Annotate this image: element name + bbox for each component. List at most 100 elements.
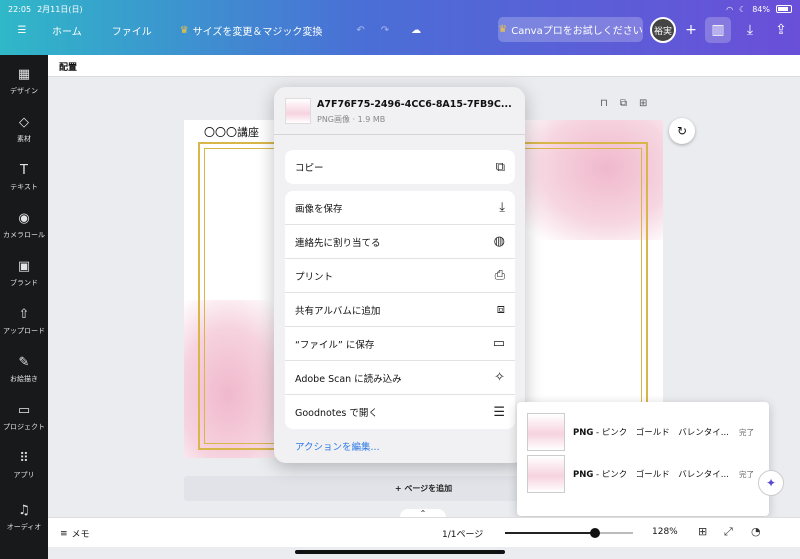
page-title-text[interactable]: 〇〇〇講座: [204, 124, 259, 140]
shared-album-icon: ⧈: [496, 302, 505, 317]
resize-magic-button[interactable]: ♛ サイズを変更＆マジック変換: [172, 23, 331, 38]
draw-icon: ✎: [18, 354, 30, 370]
download-panel: PNG - ピンク ゴールド バレンタイ... 完了 PNG - ピンク ゴール…: [517, 402, 769, 516]
download-title: - ピンク ゴールド バレンタイ...: [593, 470, 729, 480]
contact-icon: ◍: [493, 234, 505, 249]
print-icon: ⎙: [494, 268, 505, 283]
try-pro-button[interactable]: ♛ Canvaプロをお試しください: [498, 17, 643, 42]
sidebar-item-camera-roll[interactable]: ◉ カメラロール: [0, 203, 48, 247]
download-name: PNG - ピンク ゴールド バレンタイ...: [573, 468, 733, 480]
cloud-save-button[interactable]: ☁: [403, 25, 429, 36]
page-counter[interactable]: 1/1ページ: [442, 527, 483, 540]
assign-contact-action[interactable]: 連絡先に割り当てる ◍: [285, 225, 515, 259]
download-icon: ⤓: [746, 22, 754, 38]
zoom-slider-knob[interactable]: [589, 528, 600, 538]
home-button[interactable]: ホーム: [44, 23, 90, 38]
save-image-icon: ⤓: [499, 200, 505, 215]
action-label: 連絡先に割り当てる: [295, 237, 381, 249]
file-menu-button[interactable]: ファイル: [104, 23, 160, 38]
goodnotes-action[interactable]: Goodnotes で開く ☰: [285, 395, 515, 429]
insights-button[interactable]: ▥: [705, 17, 731, 43]
sidebar-item-label: カメラロール: [3, 230, 45, 239]
download-item[interactable]: PNG - ピンク ゴールド バレンタイ... 完了: [527, 412, 767, 452]
redo-button[interactable]: ↷: [373, 25, 397, 36]
bottom-bar: ≡ メモ 1/1ページ 128% ⊞ ⤢ ◔: [48, 517, 800, 547]
copy-action[interactable]: コピー ⧉: [285, 150, 515, 184]
action-label: コピー: [295, 163, 324, 174]
sidebar-item-apps[interactable]: ⠿ アプリ: [0, 443, 48, 487]
hamburger-icon: ☰: [17, 24, 27, 36]
sidebar-item-audio[interactable]: ♫ オーディオ: [0, 495, 48, 539]
save-image-action[interactable]: 画像を保存 ⤓: [285, 191, 515, 225]
sidebar-item-projects[interactable]: ▭ プロジェクト: [0, 395, 48, 439]
fullscreen-icon[interactable]: ⤢: [724, 525, 733, 539]
add-page-icon[interactable]: ⊞: [639, 98, 647, 109]
page-tools: ⊓ ⧉ ⊞: [600, 98, 647, 109]
status-date: 2月11日(日): [37, 4, 83, 14]
undo-button[interactable]: ↶: [348, 25, 372, 36]
file-thumbnail: [285, 98, 311, 124]
download-item[interactable]: PNG - ピンク ゴールド バレンタイ... 完了: [527, 454, 767, 494]
zoom-level[interactable]: 128%: [652, 527, 678, 537]
sidebar-item-label: ブランド: [10, 278, 38, 287]
action-label: “ファイル” に保存: [295, 339, 375, 351]
comment-button[interactable]: ↻: [669, 118, 695, 144]
sidebar-item-elements[interactable]: ◇ 素材: [0, 107, 48, 151]
apps-icon: ⠿: [19, 450, 29, 466]
design-icon: ▦: [17, 66, 31, 82]
adobe-scan-icon: ✧: [494, 370, 505, 385]
file-meta: PNG画像 · 1.9 MB: [317, 115, 386, 124]
copy-group: コピー ⧉: [285, 150, 515, 184]
sidebar-item-label: オーディオ: [6, 522, 42, 531]
redo-icon: ↷: [380, 24, 390, 36]
shared-album-action[interactable]: 共有アルバムに追加 ⧈: [285, 293, 515, 327]
resize-label: サイズを変更＆マジック変換: [192, 26, 323, 38]
undo-icon: ↶: [356, 24, 365, 36]
adobe-scan-action[interactable]: Adobe Scan に読み込み ✧: [285, 361, 515, 395]
download-button[interactable]: ⤓: [737, 17, 763, 43]
menu-button[interactable]: ☰: [0, 25, 44, 36]
action-label: プリント: [295, 271, 334, 283]
share-sheet: A7F76F75-2496-4CC6-8A15-7FB9C... PNG画像 ·…: [274, 87, 525, 463]
lock-icon[interactable]: ⊓: [600, 98, 608, 109]
download-status: 完了: [739, 469, 754, 479]
download-thumbnail: [527, 455, 565, 493]
zoom-slider[interactable]: [505, 528, 633, 538]
avatar[interactable]: 裕実: [650, 17, 676, 43]
sidebar-item-text[interactable]: T テキスト: [0, 155, 48, 199]
action-label: Adobe Scan に読み込み: [295, 373, 402, 385]
arrange-button[interactable]: 配置: [59, 60, 77, 73]
sidebar-item-draw[interactable]: ✎ お絵描き: [0, 347, 48, 391]
add-button[interactable]: +: [678, 17, 704, 43]
edit-actions-link[interactable]: アクションを編集...: [295, 439, 380, 453]
sidebar-item-brand[interactable]: ▣ ブランド: [0, 251, 48, 295]
bar-chart-icon: ▥: [711, 22, 725, 38]
sidebar-item-label: デザイン: [10, 86, 38, 95]
battery-icon: [776, 5, 792, 13]
sidebar-item-design[interactable]: ▦ デザイン: [0, 59, 48, 103]
upload-icon: ⇧: [18, 306, 30, 322]
notes-button[interactable]: ≡ メモ: [60, 527, 90, 541]
download-status: 完了: [739, 427, 754, 437]
duplicate-icon[interactable]: ⧉: [620, 98, 627, 109]
print-action[interactable]: プリント ⎙: [285, 259, 515, 293]
elements-icon: ◇: [19, 114, 29, 130]
sidebar-item-upload[interactable]: ⇧ アップロード: [0, 299, 48, 343]
top-bar: 22:05 2月11日(日) ◠ ☾ 84% ☰ ホーム ファイル ♛ サイズを…: [0, 0, 800, 55]
moon-icon: ☾: [739, 4, 747, 14]
download-format: PNG: [573, 428, 594, 438]
share-icon: ⇪: [775, 22, 787, 38]
share-button[interactable]: ⇪: [768, 17, 794, 43]
download-format: PNG: [573, 470, 594, 480]
sidebar-item-label: お絵描き: [10, 374, 38, 383]
zoom-slider-fill: [505, 532, 595, 534]
download-name: PNG - ピンク ゴールド バレンタイ...: [573, 426, 733, 438]
magic-assistant-button[interactable]: ✦: [758, 470, 784, 496]
grid-view-icon[interactable]: ⊞: [698, 525, 707, 538]
file-name: A7F76F75-2496-4CC6-8A15-7FB9C...: [317, 99, 512, 110]
action-label: 共有アルバムに追加: [295, 305, 381, 317]
save-to-files-action[interactable]: “ファイル” に保存 ▭: [285, 327, 515, 361]
text-icon: T: [20, 162, 28, 178]
help-icon[interactable]: ◔: [751, 525, 761, 538]
status-time: 22:05: [8, 4, 32, 14]
